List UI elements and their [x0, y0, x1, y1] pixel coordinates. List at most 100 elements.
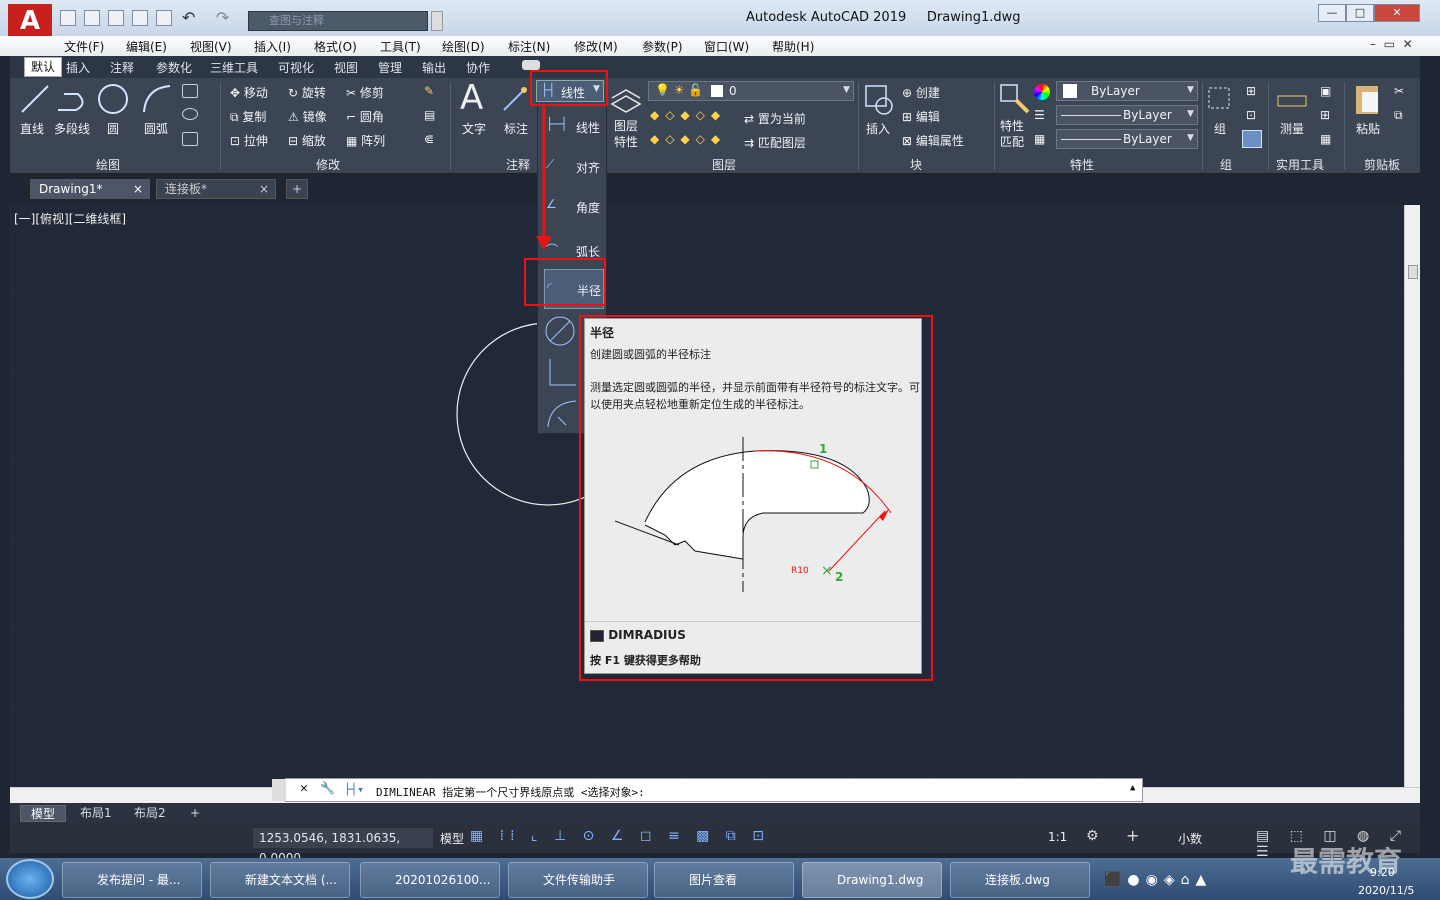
ungroup-icon[interactable]: ⊞	[1246, 84, 1256, 98]
offset-icon[interactable]: ⋐	[424, 132, 434, 146]
taskbar-item[interactable]: 图片查看	[654, 862, 794, 898]
clipboard-panel-title[interactable]: 剪贴板	[1364, 156, 1400, 173]
menu-window[interactable]: 窗口(W)	[704, 38, 749, 55]
tab-model[interactable]: 模型	[20, 805, 67, 822]
dimension-label[interactable]: 标注	[504, 120, 528, 137]
workspace-search[interactable]: 查图与注释	[248, 11, 428, 31]
close-button[interactable]: ✕	[1374, 4, 1420, 22]
menu-edit[interactable]: 编辑(E)	[126, 38, 167, 55]
groups-panel-title[interactable]: 组	[1220, 156, 1232, 173]
menu-tools[interactable]: 工具(T)	[380, 38, 421, 55]
circle-label[interactable]: 圆	[107, 120, 119, 137]
open-icon[interactable]	[84, 10, 100, 26]
ellipse-icon[interactable]	[182, 108, 198, 120]
menu-parametric[interactable]: 参数(P)	[642, 38, 683, 55]
stretch-tool[interactable]: ⊡ 拉伸	[230, 132, 268, 149]
scale-tool[interactable]: ⊟ 缩放	[288, 132, 326, 149]
menu-view[interactable]: 视图(V)	[190, 38, 232, 55]
minimize-button[interactable]: —	[1318, 4, 1346, 22]
tab-layout1[interactable]: 布局1	[70, 805, 122, 822]
menu-modify[interactable]: 修改(M)	[574, 38, 618, 55]
group-edit-icon[interactable]: ⊡	[1246, 108, 1256, 122]
menu-file[interactable]: 文件(F)	[64, 38, 104, 55]
menu-dimension[interactable]: 标注(N)	[508, 38, 550, 55]
rotate-tool[interactable]: ↻ 旋转	[288, 84, 326, 101]
tab-default[interactable]: 默认	[24, 57, 63, 77]
cmd-settings-icon[interactable]: 🔧	[320, 781, 335, 795]
new-tab-button[interactable]: +	[286, 179, 308, 199]
text-icon[interactable]: A	[460, 78, 483, 118]
quick-access-dropdown[interactable]	[431, 11, 443, 31]
gear-icon[interactable]: ⚙	[1086, 828, 1099, 844]
tab-layout2[interactable]: 布局2	[124, 805, 176, 822]
modify-panel-title[interactable]: 修改	[316, 156, 340, 173]
layer-tools-icon[interactable]: ◆◇◆◇◆	[650, 108, 726, 122]
ordinate-icon[interactable]	[544, 355, 580, 391]
rectangle-icon[interactable]	[182, 84, 198, 98]
layers-panel-title[interactable]: 图层	[712, 156, 736, 173]
annotation-scale[interactable]: 1:1	[1048, 830, 1067, 844]
lineweight-dropdown[interactable]: ByLayer ▼	[1056, 129, 1198, 149]
tab-parametric[interactable]: 参数化	[156, 59, 192, 76]
model-space-button[interactable]: 模型	[440, 830, 464, 847]
command-line[interactable]: ✕ 🔧 ├┤▾ DIMLINEAR 指定第一个尺寸界线原点或 <选择对象>: ▲	[272, 778, 1143, 802]
select-all-icon[interactable]: ⊞	[1320, 108, 1330, 122]
color-wheel-icon[interactable]	[1034, 84, 1050, 100]
insert-label[interactable]: 插入	[866, 120, 890, 137]
transparency-icon[interactable]: ▦	[1034, 132, 1045, 146]
menu-draw[interactable]: 绘图(D)	[442, 38, 485, 55]
layer-properties-icon[interactable]	[610, 82, 642, 116]
menu-insert[interactable]: 插入(I)	[254, 38, 291, 55]
tray-icons[interactable]: ⬛●◉◈⌂▲	[1104, 872, 1212, 888]
insert-block-icon[interactable]	[862, 82, 896, 116]
doc-tab-plate[interactable]: 连接板* ×	[156, 179, 276, 199]
paste-label[interactable]: 粘贴	[1356, 120, 1380, 137]
linetype-dropdown[interactable]: ByLayer ▼	[1056, 105, 1198, 125]
diameter-icon[interactable]	[544, 313, 580, 349]
viewport-label[interactable]: [一][俯视][二维线框]	[14, 210, 126, 227]
dimension-icon[interactable]	[500, 84, 530, 114]
layer-properties-label[interactable]: 图层 特性	[614, 118, 638, 150]
menu-help[interactable]: 帮助(H)	[772, 38, 814, 55]
tab-annotate[interactable]: 注释	[110, 59, 134, 76]
taskbar-item[interactable]: 20201026100...	[360, 862, 500, 898]
add-layout-button[interactable]: +	[180, 805, 210, 822]
circle-icon[interactable]	[96, 82, 130, 116]
tab-view[interactable]: 视图	[334, 59, 358, 76]
polyline-icon[interactable]	[56, 82, 92, 116]
taskbar-item[interactable]: 连接板.dwg	[950, 862, 1090, 898]
units-dropdown[interactable]: 小数	[1178, 830, 1202, 847]
edit-attributes-button[interactable]: ⊠ 编辑属性	[902, 132, 964, 149]
polyline-label[interactable]: 多段线	[54, 120, 90, 137]
arc-icon[interactable]	[140, 82, 174, 116]
line-label[interactable]: 直线	[20, 120, 44, 137]
redo-icon[interactable]: ↷	[216, 8, 229, 27]
chevron-up-icon[interactable]: ▲	[1130, 783, 1135, 793]
close-icon[interactable]: ×	[133, 180, 143, 198]
clock-date[interactable]: 2020/11/5	[1358, 884, 1414, 897]
arc-label[interactable]: 圆弧	[144, 120, 168, 137]
maximize-button[interactable]: □	[1346, 4, 1374, 22]
cmd-grip[interactable]	[272, 779, 286, 801]
copy-tool[interactable]: ⧉ 复制	[230, 108, 266, 125]
erase-icon[interactable]: ✎	[424, 84, 434, 98]
match-properties-label[interactable]: 特性 匹配	[1000, 118, 1024, 150]
block-panel-title[interactable]: 块	[910, 156, 922, 173]
paste-icon[interactable]	[1352, 82, 1384, 118]
annotation-panel-title[interactable]: 注释	[506, 156, 530, 173]
group-select-icon[interactable]	[1242, 130, 1262, 148]
tab-collaborate[interactable]: 协作	[466, 59, 490, 76]
group-icon[interactable]	[1206, 82, 1236, 116]
draw-panel-title[interactable]: 绘图	[96, 156, 120, 173]
layer-dropdown[interactable]: 💡 ☀ 🔓 0 ▼	[648, 81, 854, 101]
scroll-thumb[interactable]	[1408, 265, 1418, 279]
close-icon[interactable]: ×	[259, 180, 269, 198]
layer-tools-icon[interactable]: ◆◇◆◇◆	[650, 132, 726, 146]
line-icon[interactable]	[18, 82, 52, 116]
save-icon[interactable]	[108, 10, 124, 26]
tab-insert[interactable]: 插入	[66, 59, 90, 76]
match-properties-icon[interactable]	[998, 82, 1032, 116]
new-icon[interactable]	[60, 10, 76, 26]
move-tool[interactable]: ✥ 移动	[230, 84, 268, 101]
plus-icon[interactable]: +	[1126, 826, 1139, 845]
